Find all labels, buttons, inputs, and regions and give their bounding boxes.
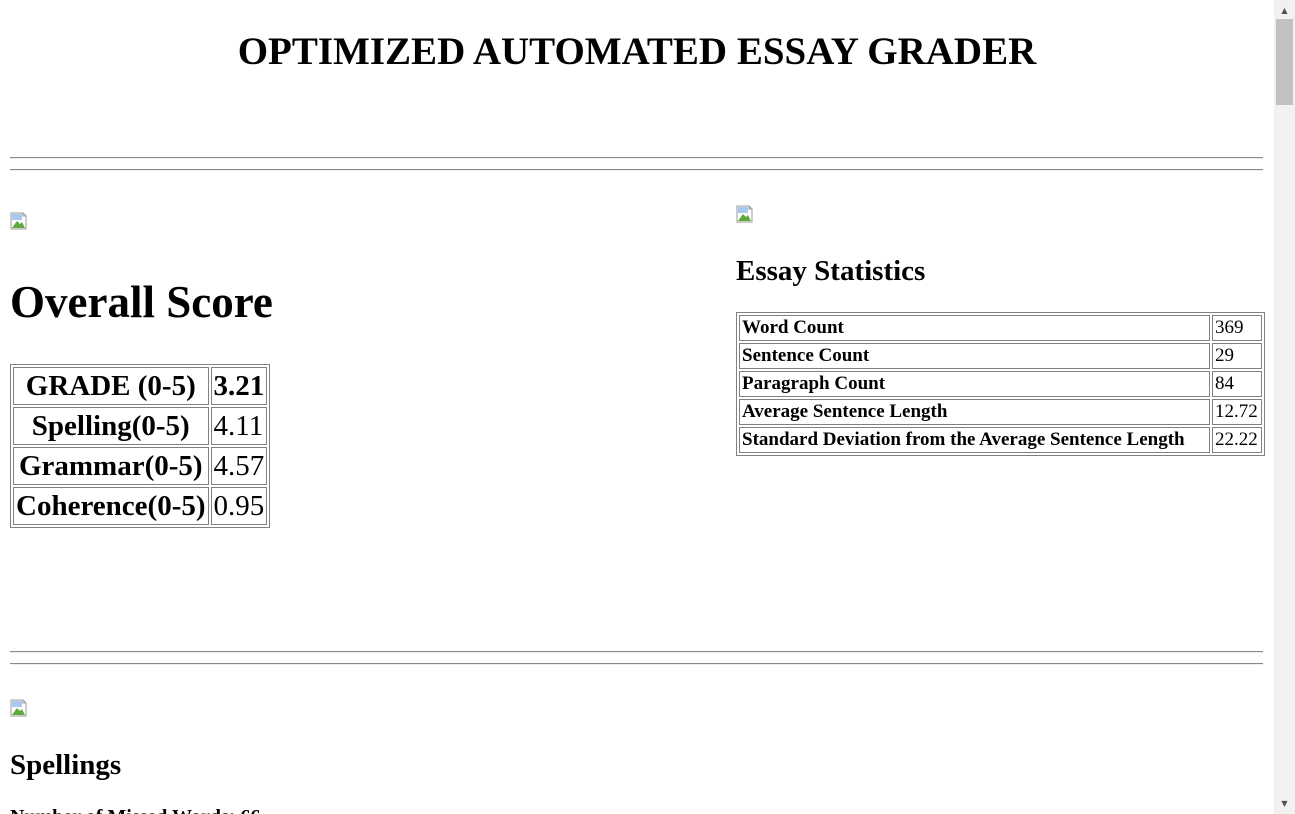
horizontal-rule bbox=[10, 157, 1263, 159]
word-count-value: 369 bbox=[1212, 315, 1262, 341]
table-row: Paragraph Count 84 bbox=[739, 371, 1262, 397]
essay-statistics-heading: Essay Statistics bbox=[736, 255, 926, 287]
broken-image-icon bbox=[10, 212, 30, 230]
grammar-label: Grammar(0-5) bbox=[13, 447, 209, 485]
missed-words-line: Number of Missed Words: 66 bbox=[10, 806, 260, 814]
table-row: Word Count 369 bbox=[739, 315, 1262, 341]
horizontal-rule bbox=[10, 169, 1263, 171]
horizontal-rule bbox=[10, 651, 1263, 653]
overall-score-table: GRADE (0-5) 3.21 Spelling(0-5) 4.11 Gram… bbox=[10, 364, 271, 528]
page-viewport: OPTIMIZED AUTOMATED ESSAY GRADER Overall… bbox=[0, 0, 1274, 814]
average-sentence-length-value: 12.72 bbox=[1212, 399, 1262, 425]
overall-score-heading: Overall Score bbox=[10, 277, 273, 327]
paragraph-count-value: 84 bbox=[1212, 371, 1262, 397]
table-row: Grammar(0-5) 4.57 bbox=[13, 447, 268, 485]
spelling-value: 4.11 bbox=[210, 407, 268, 445]
grade-value: 3.21 bbox=[210, 367, 268, 405]
sentence-count-value: 29 bbox=[1212, 343, 1262, 369]
word-count-label: Word Count bbox=[739, 315, 1210, 341]
table-row: Standard Deviation from the Average Sent… bbox=[739, 427, 1262, 453]
table-row: Spelling(0-5) 4.11 bbox=[13, 407, 268, 445]
broken-image-icon bbox=[736, 205, 756, 223]
std-deviation-value: 22.22 bbox=[1212, 427, 1262, 453]
spellings-heading: Spellings bbox=[10, 749, 122, 781]
coherence-value: 0.95 bbox=[210, 487, 268, 525]
table-row: GRADE (0-5) 3.21 bbox=[13, 367, 268, 405]
grammar-value: 4.57 bbox=[210, 447, 268, 485]
broken-image-icon bbox=[10, 699, 30, 717]
scroll-down-arrow-icon[interactable]: ▼ bbox=[1274, 795, 1295, 812]
spelling-label: Spelling(0-5) bbox=[13, 407, 209, 445]
vertical-scrollbar[interactable]: ▲ ▼ bbox=[1274, 0, 1295, 814]
page-title: OPTIMIZED AUTOMATED ESSAY GRADER bbox=[237, 30, 1037, 73]
average-sentence-length-label: Average Sentence Length bbox=[739, 399, 1210, 425]
grade-label: GRADE (0-5) bbox=[13, 367, 209, 405]
table-row: Average Sentence Length 12.72 bbox=[739, 399, 1262, 425]
missed-words-value: 66 bbox=[240, 806, 260, 814]
horizontal-rule bbox=[10, 663, 1263, 665]
scrollbar-thumb[interactable] bbox=[1276, 19, 1293, 105]
std-deviation-label: Standard Deviation from the Average Sent… bbox=[739, 427, 1210, 453]
table-row: Sentence Count 29 bbox=[739, 343, 1262, 369]
sentence-count-label: Sentence Count bbox=[739, 343, 1210, 369]
paragraph-count-label: Paragraph Count bbox=[739, 371, 1210, 397]
missed-words-label: Number of Missed Words: bbox=[10, 806, 235, 814]
scroll-up-arrow-icon[interactable]: ▲ bbox=[1274, 2, 1295, 19]
table-row: Coherence(0-5) 0.95 bbox=[13, 487, 268, 525]
essay-statistics-table: Word Count 369 Sentence Count 29 Paragra… bbox=[736, 312, 1265, 456]
coherence-label: Coherence(0-5) bbox=[13, 487, 209, 525]
